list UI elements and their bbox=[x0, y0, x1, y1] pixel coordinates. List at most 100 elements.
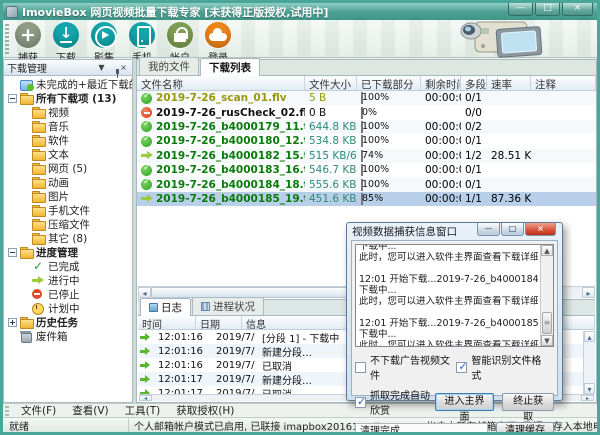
expand-icon[interactable] bbox=[8, 318, 17, 327]
vertical-scrollbar[interactable]: ▴ ▾ bbox=[583, 331, 595, 394]
progress-bar: 100% bbox=[361, 121, 363, 133]
column-header-note[interactable]: 注释 bbox=[531, 76, 596, 90]
sidebar-item-scheduled[interactable]: 计划中 bbox=[4, 301, 132, 315]
sidebar-item-trash[interactable]: 废件箱 bbox=[4, 329, 132, 343]
scroll-right-icon[interactable]: ▸ bbox=[582, 287, 595, 298]
minimize-button[interactable]: — bbox=[508, 3, 533, 16]
column-header-speed[interactable]: 速率 bbox=[487, 76, 531, 90]
chevron-down-icon[interactable]: ▼ bbox=[96, 63, 107, 72]
collapse-icon[interactable] bbox=[8, 94, 17, 103]
sidebar: 下载管理 ▼ × 未完成的+最近下载的 所有下载项 (13) 视频 音乐 软件 … bbox=[3, 59, 133, 403]
toolbar: 捕获 下载 影集 手机 帐户 登录 bbox=[3, 20, 597, 58]
dialog-close-button[interactable]: × bbox=[525, 223, 556, 236]
clock-icon bbox=[32, 303, 45, 314]
table-row[interactable]: 2019-7-26_rusCheck_02.flv 0 B 0% 0/0 bbox=[137, 105, 596, 119]
scroll-right-icon[interactable]: ▸ bbox=[581, 395, 594, 401]
sidebar-item-archives[interactable]: 压缩文件 bbox=[4, 217, 132, 231]
table-row[interactable]: 2019-7-26_b4000180_12.ts 534.8 KB 100% 0… bbox=[137, 134, 596, 148]
scroll-up-icon[interactable]: ▴ bbox=[584, 331, 595, 342]
menu-tools[interactable]: 工具(T) bbox=[117, 403, 169, 418]
scroll-up-icon[interactable]: ▲ bbox=[541, 245, 553, 256]
checkbox-no-ads[interactable]: 不下载广告视频文件 bbox=[355, 352, 456, 382]
column-header-remaining[interactable]: 剩余时间 bbox=[421, 76, 461, 90]
folder-icon bbox=[32, 191, 45, 202]
table-row-selected[interactable]: 2019-7-26_b4000185_19.ts 451.6 KB/ … 85%… bbox=[137, 192, 596, 206]
checkbox-checked-icon[interactable] bbox=[456, 362, 467, 373]
menu-license[interactable]: 获取授权(H) bbox=[168, 403, 242, 418]
enter-main-button[interactable]: 进入主界面 bbox=[435, 393, 495, 411]
clear-cache-button[interactable]: 清理缓存 bbox=[496, 422, 554, 432]
phone-icon bbox=[129, 22, 155, 48]
maximize-button[interactable]: □ bbox=[535, 3, 560, 16]
sidebar-item-music[interactable]: 音乐 bbox=[4, 119, 132, 133]
scrollbar-thumb[interactable] bbox=[542, 312, 552, 334]
toolbar-grip[interactable] bbox=[5, 24, 9, 54]
stop-capture-button[interactable]: 终止获取 bbox=[502, 393, 554, 411]
app-logo-icon bbox=[6, 6, 18, 18]
column-header-filesize[interactable]: 文件大小 bbox=[305, 76, 357, 90]
menu-file[interactable]: 文件(F) bbox=[13, 403, 64, 418]
menu-view[interactable]: 查看(V) bbox=[64, 403, 116, 418]
close-panel-icon[interactable]: × bbox=[118, 63, 129, 72]
column-header-date[interactable]: 日期 bbox=[196, 316, 242, 329]
folder-open-icon bbox=[20, 93, 33, 104]
capture-button[interactable]: 捕获 bbox=[10, 22, 46, 64]
folder-icon bbox=[32, 177, 45, 188]
folder-icon bbox=[32, 219, 45, 230]
sidebar-item-text[interactable]: 文本 bbox=[4, 147, 132, 161]
dialog-minimize-button[interactable]: — bbox=[477, 223, 500, 236]
play-icon bbox=[91, 22, 117, 48]
checkbox-smart-format[interactable]: 智能识别文件格式 bbox=[456, 352, 548, 382]
checkbox-checked-icon[interactable] bbox=[355, 397, 366, 408]
sidebar-item-video[interactable]: 视频 bbox=[4, 105, 132, 119]
table-row[interactable]: 2019-7-26_b4000184_18.ts 555.6 KB 100% 0… bbox=[137, 177, 596, 191]
sidebar-item-image[interactable]: 图片 bbox=[4, 189, 132, 203]
album-button[interactable]: 影集 bbox=[86, 22, 122, 64]
table-row[interactable]: 2019-7-26_b4000179_11.ts 644.8 KB 100% 0… bbox=[137, 120, 596, 134]
close-button[interactable]: × bbox=[562, 3, 593, 16]
sidebar-item-stopped[interactable]: 已停止 bbox=[4, 287, 132, 301]
dialog-log-box: 下载中... 此时，您可以进入软件主界面查看下载详细情形... 12:01 开始… bbox=[355, 244, 554, 347]
sidebar-item-animation[interactable]: 动画 bbox=[4, 175, 132, 189]
table-row[interactable]: 2019-7-26_scan_01.flv 5 B 100% 00:00:00 … bbox=[137, 91, 596, 105]
tab-my-files[interactable]: 我的文件 bbox=[139, 57, 199, 75]
log-icon bbox=[149, 303, 158, 312]
sidebar-item-history[interactable]: 历史任务 bbox=[4, 315, 132, 329]
scroll-down-icon[interactable]: ▾ bbox=[584, 383, 595, 394]
column-header-filename[interactable]: 文件名称 bbox=[137, 76, 305, 90]
tab-process-status[interactable]: 进程状况 bbox=[192, 297, 264, 315]
column-header-time[interactable]: 时间 bbox=[138, 316, 196, 329]
sidebar-item-webpage[interactable]: 网页 (5) bbox=[4, 161, 132, 175]
menubar-grip[interactable] bbox=[5, 406, 9, 416]
app-window: ImovieBox 网页视频批量下载专家 [未获得正版授权,试用中] — □ ×… bbox=[0, 0, 600, 435]
log-line: 12:01 开始下载...2019-7-26_b4000185_19.ts bbox=[359, 318, 538, 329]
scroll-down-icon[interactable]: ▼ bbox=[541, 335, 553, 346]
dialog-scrollbar[interactable]: ▲ ▼ bbox=[540, 245, 553, 346]
tab-download-list[interactable]: 下载列表 bbox=[200, 58, 260, 76]
folder-icon bbox=[32, 163, 45, 174]
table-row[interactable]: 2019-7-26_b4000182_15.ts 515 KB/6l … 74%… bbox=[137, 149, 596, 163]
sidebar-item-all-downloads[interactable]: 所有下载项 (13) bbox=[4, 91, 132, 105]
log-arrow-icon bbox=[140, 374, 151, 384]
checkbox-icon[interactable] bbox=[355, 362, 366, 373]
column-header-segments[interactable]: 多段 bbox=[461, 76, 487, 90]
download-button[interactable]: 下载 bbox=[48, 22, 84, 64]
scroll-left-icon[interactable]: ◂ bbox=[139, 395, 152, 401]
sidebar-item-other[interactable]: 其它 (8) bbox=[4, 231, 132, 245]
scroll-left-icon[interactable]: ◂ bbox=[138, 287, 151, 298]
collapse-icon[interactable] bbox=[8, 248, 17, 257]
sidebar-item-recent[interactable]: 未完成的+最近下载的 bbox=[4, 77, 132, 91]
tab-log[interactable]: 日志 bbox=[140, 298, 191, 316]
sidebar-item-completed[interactable]: 已完成 bbox=[4, 259, 132, 273]
column-header-downloaded[interactable]: 已下载部分 bbox=[357, 76, 421, 90]
sidebar-item-phone-files[interactable]: 手机文件 bbox=[4, 203, 132, 217]
download-table: 2019-7-26_scan_01.flv 5 B 100% 00:00:00 … bbox=[137, 91, 596, 206]
sidebar-item-software[interactable]: 软件 bbox=[4, 133, 132, 147]
table-row[interactable]: 2019-7-26_b4000183_16.ts 546.7 KB 100% 0… bbox=[137, 163, 596, 177]
cleanup-status-field: 清理完成 bbox=[355, 423, 488, 432]
dialog-maximize-button[interactable]: □ bbox=[501, 223, 524, 236]
sidebar-item-in-progress[interactable]: 进行中 bbox=[4, 273, 132, 287]
sidebar-item-progress-mgmt[interactable]: 进度管理 bbox=[4, 245, 132, 259]
checkbox-auto-view[interactable]: 抓取完成自动欣赏 bbox=[355, 387, 435, 417]
folder-icon bbox=[32, 107, 45, 118]
